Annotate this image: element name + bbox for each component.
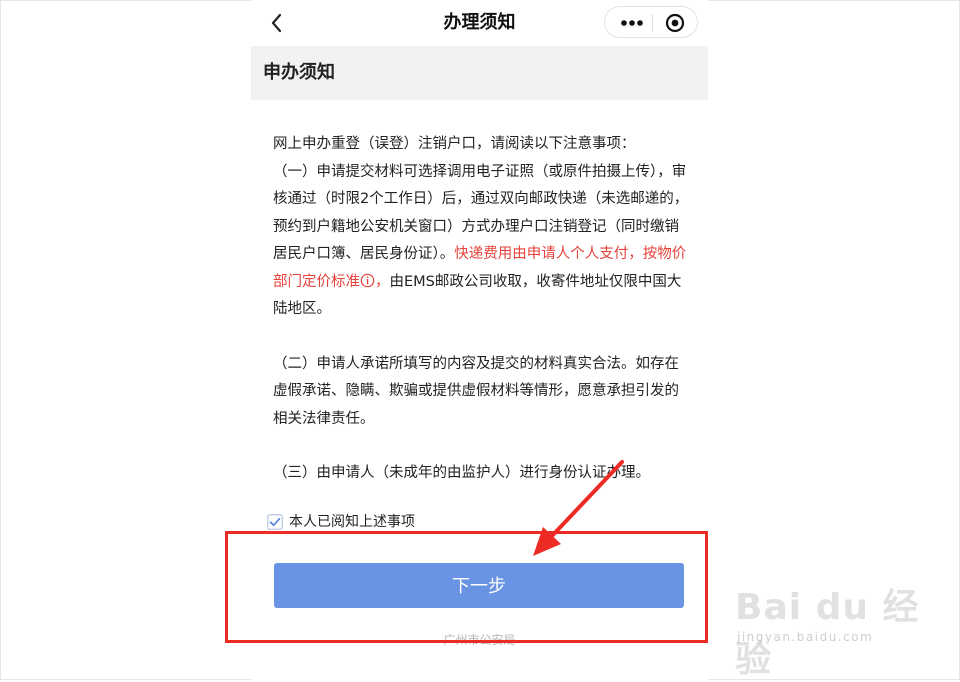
more-dots-icon[interactable] [619, 15, 645, 31]
capsule-divider [652, 14, 653, 32]
section-header: 申办须知 [251, 46, 708, 100]
target-close-icon[interactable] [665, 13, 685, 33]
shipping-fee-warning-tail: ， [375, 273, 390, 290]
checkbox-checked-icon[interactable] [267, 514, 283, 530]
navigation-bar: 办理须知 [251, 0, 708, 46]
section-title: 申办须知 [263, 62, 335, 83]
watermark-url: jingyan.baidu.com [737, 630, 874, 644]
agreement-label: 本人已阅知上述事项 [289, 514, 415, 530]
notice-item-2: （二）申请人承诺所填写的内容及提交的材料真实合法。如存在虚假承诺、隐瞒、欺骗或提… [273, 355, 679, 427]
notice-content: 网上申办重登（误登）注销户口，请阅读以下注意事项： （一）申请提交材料可选择调用… [273, 131, 693, 488]
notice-item-1: （一）申请提交材料可选择调用电子证照（或原件拍摄上传），审核通过（时限2个工作日… [273, 159, 693, 324]
baidu-watermark: Bai du 经验 jingyan.baidu.com [735, 578, 935, 680]
notice-intro: 网上申办重登（误登）注销户口，请阅读以下注意事项： [273, 136, 636, 152]
notice-item-3: （三）由申请人（未成年的由监护人）进行身份认证办理。 [273, 465, 650, 481]
annotation-highlight-box [225, 531, 708, 643]
info-icon[interactable] [360, 273, 375, 288]
capsule-menu [604, 6, 698, 38]
